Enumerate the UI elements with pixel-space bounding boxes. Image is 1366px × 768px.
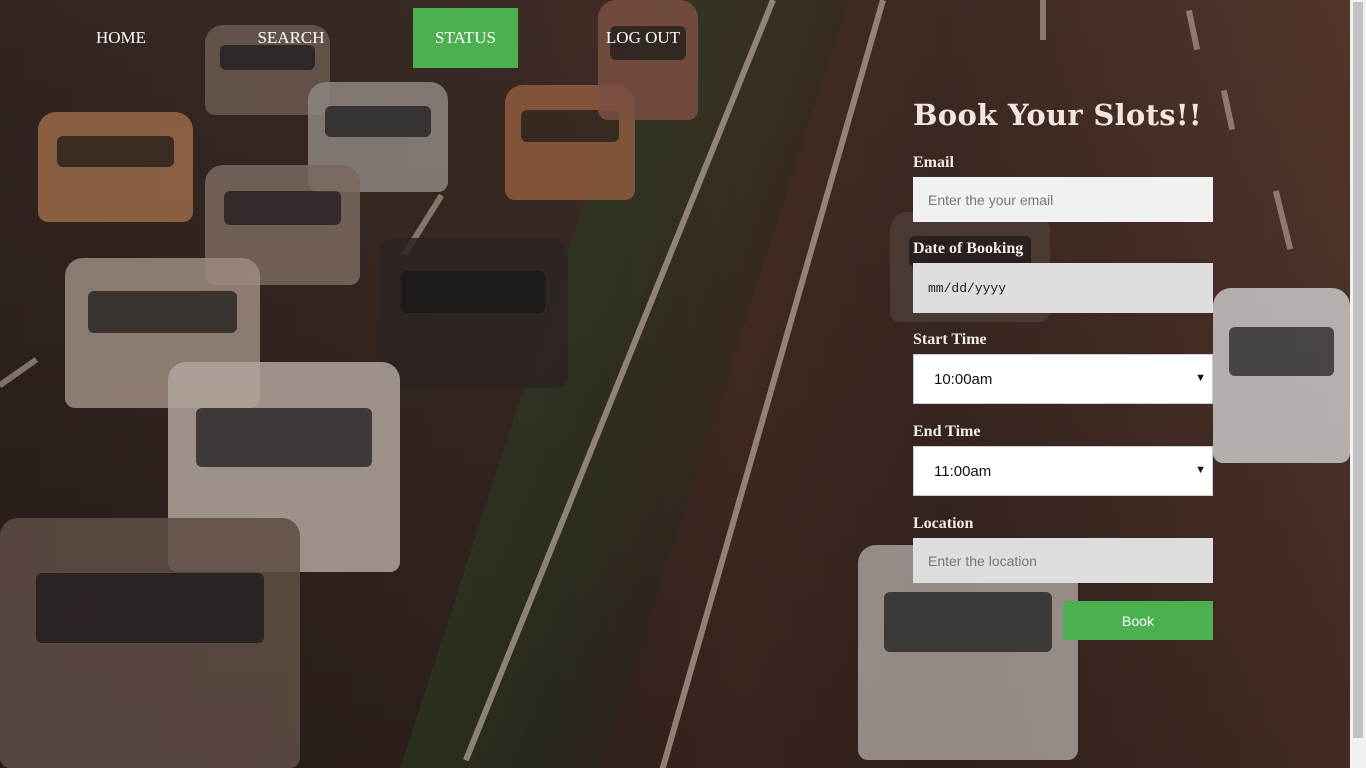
end-time-label: End Time [913, 423, 981, 440]
date-label: Date of Booking [913, 240, 1024, 257]
end-time-value: 11:00am [934, 462, 992, 480]
nav-logout[interactable]: LOG OUT [590, 8, 696, 68]
start-time-select[interactable]: 10:00am ▼ [913, 354, 1213, 404]
end-time-select[interactable]: 11:00am ▼ [913, 446, 1213, 496]
email-field[interactable]: Enter the your email [913, 177, 1213, 222]
lane-marking [1185, 9, 1201, 51]
nav-search[interactable]: SEARCH [240, 8, 342, 68]
start-time-value: 10:00am [934, 370, 993, 388]
lane-marking [1220, 89, 1236, 131]
location-label: Location [913, 515, 974, 532]
email-label: Email [913, 154, 954, 171]
scrollbar-thumb[interactable] [1353, 2, 1363, 738]
booking-form: Book Your Slots!! Email Enter the your e… [913, 95, 1213, 640]
lane-marking [1272, 190, 1294, 250]
caret-down-icon: ▼ [1195, 464, 1206, 476]
car [378, 238, 568, 388]
nav-status[interactable]: STATUS [413, 8, 518, 68]
form-title: Book Your Slots!! [913, 98, 1202, 132]
location-field[interactable]: Enter the location [913, 538, 1213, 583]
car [1213, 288, 1350, 463]
car [0, 518, 300, 768]
page-scrollbar[interactable] [1350, 0, 1366, 768]
date-field[interactable]: mm/dd/yyyy [913, 263, 1213, 313]
start-time-label: Start Time [913, 331, 987, 348]
lane-marking [1040, 0, 1046, 40]
nav-home[interactable]: HOME [72, 8, 170, 68]
book-button[interactable]: Book [1063, 601, 1213, 640]
car [38, 112, 193, 222]
caret-down-icon: ▼ [1195, 372, 1206, 384]
lane-marking [0, 357, 39, 388]
